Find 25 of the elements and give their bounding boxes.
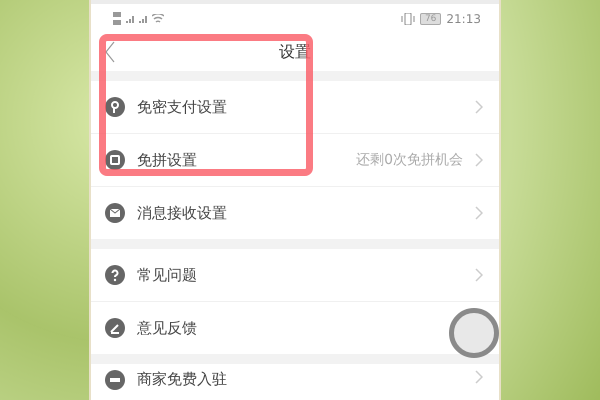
signal-icon bbox=[139, 14, 147, 23]
sim-card-icon bbox=[113, 12, 121, 26]
chevron-right-icon bbox=[475, 153, 483, 167]
settings-item[interactable]: 消息接收设置 bbox=[91, 187, 499, 239]
key-icon bbox=[105, 97, 125, 117]
back-icon[interactable] bbox=[105, 41, 115, 64]
pen-icon bbox=[105, 318, 125, 338]
signal-icon bbox=[126, 14, 134, 23]
question-icon bbox=[105, 265, 125, 285]
chevron-right-icon bbox=[475, 100, 483, 114]
coupon-icon bbox=[105, 150, 125, 170]
store-icon bbox=[105, 370, 125, 390]
settings-item[interactable]: 免密支付设置 bbox=[91, 81, 499, 134]
settings-item[interactable]: 免拼设置 还剩0次免拼机会 bbox=[91, 134, 499, 187]
settings-item[interactable]: 商家免费入驻 bbox=[91, 364, 499, 400]
clock-time: 21:13 bbox=[446, 12, 481, 26]
settings-item[interactable]: 常见问题 bbox=[91, 249, 499, 302]
mail-icon bbox=[105, 203, 125, 223]
vibrate-icon bbox=[400, 12, 415, 25]
chevron-right-icon bbox=[475, 370, 483, 384]
wifi-icon bbox=[152, 14, 164, 24]
chevron-right-icon bbox=[475, 268, 483, 282]
chevron-right-icon bbox=[475, 206, 483, 220]
item-value: 还剩0次免拼机会 bbox=[356, 151, 463, 169]
battery-indicator: 76 bbox=[420, 12, 442, 25]
